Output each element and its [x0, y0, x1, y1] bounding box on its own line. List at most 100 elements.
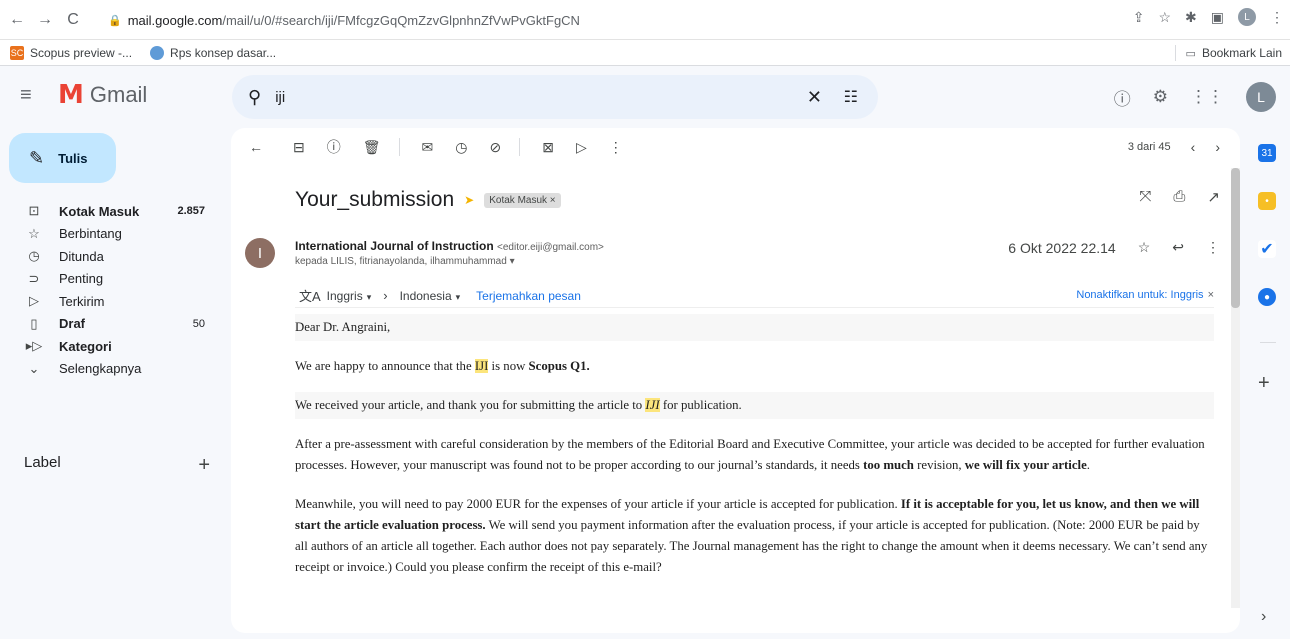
important-marker-icon[interactable]: ➤ [464, 193, 474, 207]
sidebar-item-drafts[interactable]: ▯ Draf 50 [0, 313, 225, 336]
sidebar-item-label: Kotak Masuk [59, 203, 140, 219]
account-avatar[interactable]: L [1246, 82, 1276, 112]
pager-text: 3 dari 45 [1127, 141, 1171, 153]
add-addon-icon[interactable]: + [1258, 372, 1270, 395]
dropdown-icon: ▾ [455, 291, 461, 302]
search-highlight: IJI [645, 398, 660, 412]
next-icon[interactable]: › [1215, 139, 1220, 155]
reload-icon[interactable]: C [62, 9, 84, 31]
add-task-icon[interactable]: ⊘ [489, 139, 501, 156]
bookmark-star-icon[interactable]: ☆ [1158, 9, 1171, 26]
sender-avatar[interactable]: I [245, 238, 275, 268]
side-panel: 31 • ✔ ● + › [1246, 128, 1290, 639]
sidebar-item-inbox[interactable]: ⊡ Kotak Masuk 2.857 [0, 200, 225, 223]
subject-row: Your_submission ➤ Kotak Masuk × [295, 188, 561, 212]
clear-search-icon[interactable]: ✕ [807, 87, 822, 108]
url-field[interactable]: 🔒 mail.google.com /mail/u/0/#search/iji/… [108, 7, 580, 33]
print-icon[interactable]: ⎙ [1173, 188, 1185, 206]
sidebar-item-label: Terkirim [59, 293, 105, 309]
settings-gear-icon[interactable]: ⚙ [1153, 87, 1168, 107]
help-icon[interactable]: ⓘ [1114, 85, 1131, 110]
browser-profile-avatar[interactable]: L [1238, 8, 1256, 26]
delete-icon[interactable]: 🗑 [363, 139, 381, 156]
sidebar-nav: ⊡ Kotak Masuk 2.857 ☆ Berbintang ◷ Ditun… [0, 200, 225, 380]
greeting: Dear Dr. Angraini, [295, 314, 1214, 341]
sidepanel-icon[interactable]: ▣ [1211, 9, 1224, 26]
main-menu-icon[interactable]: ≡ [20, 84, 32, 107]
label-as-icon[interactable]: ▷ [576, 139, 587, 156]
report-spam-icon[interactable]: ⓘ [327, 137, 341, 157]
tasks-icon[interactable]: ✔ [1258, 240, 1276, 258]
prev-icon[interactable]: ‹ [1191, 139, 1196, 155]
search-input[interactable] [275, 88, 776, 106]
keep-icon[interactable]: • [1258, 192, 1276, 210]
compose-label: Tulis [58, 150, 88, 166]
pager: 3 dari 45 ‹ › [1128, 139, 1220, 155]
calendar-icon[interactable]: 31 [1258, 144, 1276, 162]
sidebar-item-snoozed[interactable]: ◷ Ditunda [0, 245, 225, 268]
forward-arrow-icon[interactable]: → [34, 9, 56, 31]
scrollbar[interactable] [1231, 168, 1240, 608]
sidebar-item-sent[interactable]: ▷ Terkirim [0, 290, 225, 313]
subject-actions: ⤧ ⎙ ↗ [1139, 188, 1220, 206]
search-options-icon[interactable]: ☷ [844, 87, 858, 107]
bookmark-rps[interactable]: Rps konsep dasar... [150, 45, 276, 60]
from-language-select[interactable]: Inggris ▾ [327, 289, 372, 303]
to-language-select[interactable]: Indonesia ▾ [400, 289, 461, 303]
bookmark-scopus[interactable]: SC Scopus preview -... [10, 45, 133, 60]
snooze-icon[interactable]: ◷ [455, 139, 467, 156]
labels-section: Label + [24, 454, 210, 477]
open-new-window-icon[interactable]: ↗ [1207, 188, 1220, 206]
dropdown-icon: ▾ [366, 291, 372, 302]
back-to-list-icon[interactable]: ← [249, 139, 263, 155]
sidebar-item-more[interactable]: ⌄ Selengkapnya [0, 358, 225, 381]
scroll-thumb[interactable] [1231, 168, 1240, 308]
add-label-icon[interactable]: + [198, 454, 210, 477]
expand-all-icon[interactable]: ⤧ [1139, 188, 1151, 206]
star-icon[interactable]: ☆ [1138, 239, 1151, 256]
reply-icon[interactable]: ↩ [1172, 239, 1184, 256]
translate-message-link[interactable]: Terjemahkan pesan [476, 289, 581, 303]
star-icon: ☆ [28, 225, 40, 241]
mark-unread-icon[interactable]: ✉ [422, 139, 434, 156]
more-icon[interactable]: ⋮ [1206, 239, 1220, 256]
sidebar-item-starred[interactable]: ☆ Berbintang [0, 223, 225, 246]
search-highlight: IJI [474, 359, 489, 373]
disable-translate[interactable]: Nonaktifkan untuk: Inggris × [1076, 289, 1214, 301]
compose-button[interactable]: ✎ Tulis [9, 133, 116, 183]
sender-name[interactable]: International Journal of Instruction [295, 239, 494, 253]
important-icon: ⊃ [28, 270, 40, 286]
bookmark-other[interactable]: ▭ Bookmark Lain [1174, 45, 1282, 61]
browser-menu-icon[interactable]: ⋮ [1270, 9, 1284, 26]
extensions-icon[interactable]: ✱ [1185, 9, 1197, 26]
more-options-icon[interactable]: ⋮ [609, 139, 623, 156]
gmail-logo[interactable]: M Gmail [58, 80, 147, 110]
recipients[interactable]: kepada LILIS, fitrianayolanda, ilhammuha… [295, 256, 515, 267]
close-icon: × [1207, 289, 1214, 301]
scopus-icon: SC [10, 45, 24, 60]
sidebar-item-important[interactable]: ⊃ Penting [0, 268, 225, 291]
sidebar-item-count: 2.857 [177, 205, 205, 218]
divider [1260, 342, 1276, 343]
message-toolbar: ← ⊟ ⓘ 🗑 ✉ ◷ ⊘ ⊠ ▷ ⋮ 3 dari 45 ‹ › [231, 128, 1240, 166]
search-icon[interactable]: ⚲ [248, 87, 261, 108]
sidebar-item-categories[interactable]: ▸▷ Kategori [0, 335, 225, 358]
contacts-icon[interactable]: ● [1258, 288, 1276, 306]
body-paragraph: We received your article, and thank you … [295, 392, 1214, 419]
email-date: 6 Okt 2022 22.14 [1008, 239, 1116, 256]
url-path: /mail/u/0/#search/iji/FMfcgzGqQmZzvGlpnh… [222, 12, 580, 28]
move-to-icon[interactable]: ⊠ [542, 139, 554, 156]
sender-email: <editor.eiji@gmail.com> [497, 242, 604, 253]
bookmark-label: Scopus preview -... [30, 45, 133, 60]
body-paragraph: After a pre-assessment with careful cons… [295, 437, 1205, 472]
disable-translate-link: Nonaktifkan untuk: Inggris [1076, 289, 1204, 301]
share-icon[interactable]: ⇪ [1133, 9, 1145, 26]
archive-icon[interactable]: ⊟ [293, 139, 305, 156]
label-chip[interactable]: Kotak Masuk × [484, 192, 561, 208]
show-side-panel-icon[interactable]: › [1261, 608, 1266, 626]
sidebar-item-label: Kategori [59, 338, 112, 354]
back-arrow-icon[interactable]: ← [6, 9, 28, 31]
chevron-down-icon: ▾ [509, 256, 515, 267]
apps-grid-icon[interactable]: ⋮⋮ [1190, 87, 1224, 107]
labels-heading: Label [24, 454, 61, 471]
